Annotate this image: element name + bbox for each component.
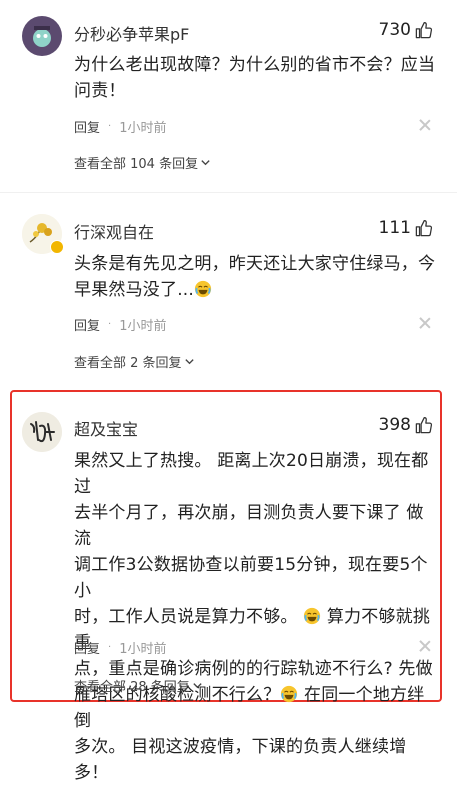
thumbs-up-icon — [415, 416, 433, 433]
timestamp: 1小时前 — [119, 642, 167, 657]
verified-badge-icon — [50, 240, 64, 254]
chevron-down-icon — [193, 683, 202, 689]
view-all-replies-button[interactable]: 查看全部 104 条回复 — [74, 153, 211, 172]
view-all-replies-button[interactable]: 查看全部 28 条回复 — [74, 676, 203, 695]
like-count: 398 — [378, 415, 411, 435]
comment-meta: 回复 · 1小时前 — [74, 315, 166, 334]
comment-meta: 回复 · 1小时前 — [74, 638, 166, 657]
timestamp: 1小时前 — [119, 319, 167, 334]
view-all-replies-button[interactable]: 查看全部 2 条回复 — [74, 352, 195, 371]
like-button[interactable]: 730 — [379, 20, 433, 40]
avatar[interactable] — [22, 16, 62, 56]
username[interactable]: 超及宝宝 — [74, 416, 138, 440]
comment-line: 多次。 目视这波疫情，下课的负责人继续增多！ — [74, 737, 407, 783]
like-count: 730 — [378, 20, 411, 40]
reply-button[interactable]: 回复 — [74, 315, 100, 334]
comment-text: 头条是有先见之明，昨天还让大家守住绿马，今 早果然马没了... — [74, 251, 436, 303]
comment-text: 果然又上了热搜。 距离上次20日崩溃，现在都过 去半个月了，再次崩，目测负责人要… — [74, 448, 436, 786]
reply-button[interactable]: 回复 — [74, 117, 100, 136]
crying-laughing-emoji-icon — [304, 607, 321, 625]
username[interactable]: 行深观自在 — [74, 219, 154, 243]
comment-text: 为什么老出现故障？为什么别的省市不会？应当 问责！ — [74, 52, 436, 104]
comment-meta: 回复 · 1小时前 — [74, 117, 166, 136]
reply-button[interactable]: 回复 — [74, 638, 100, 657]
like-button[interactable]: 398 — [379, 415, 433, 435]
view-all-label: 查看全部 104 条回复 — [74, 157, 199, 172]
thumbs-up-icon — [415, 219, 433, 236]
comment-line: 问责！ — [74, 81, 126, 101]
comment-line: 去半个月了，再次崩，目测负责人要下课了 做流 — [74, 503, 424, 549]
chevron-down-icon — [184, 359, 194, 365]
separator-dot: · — [108, 319, 112, 330]
separator-dot: · — [108, 121, 112, 132]
crying-laughing-emoji-icon — [194, 280, 212, 298]
username[interactable]: 分秒必争苹果pF — [74, 21, 189, 45]
comment-line: 果然又上了热搜。 距离上次20日崩溃，现在都过 — [74, 451, 429, 497]
comment-line: 早果然马没了... — [74, 277, 436, 303]
timestamp: 1小时前 — [119, 121, 167, 136]
close-icon[interactable] — [419, 317, 431, 329]
chevron-down-icon — [201, 160, 210, 166]
like-button[interactable]: 111 — [379, 218, 433, 238]
comment-line: 调工作3公数据协查以前要15分钟，现在要5个小 — [74, 555, 428, 601]
comment-line: 为什么老出现故障？为什么别的省市不会？应当 — [74, 55, 436, 75]
like-count: 111 — [378, 218, 411, 238]
view-all-label: 查看全部 2 条回复 — [74, 356, 182, 371]
comment-line: 头条是有先见之明，昨天还让大家守住绿马，今 — [74, 254, 436, 274]
divider — [0, 192, 457, 193]
thumbs-up-icon — [415, 21, 433, 38]
close-icon[interactable] — [419, 119, 431, 131]
view-all-label: 查看全部 28 条回复 — [74, 680, 190, 695]
close-icon[interactable] — [419, 640, 431, 652]
avatar[interactable] — [22, 412, 62, 452]
separator-dot: · — [108, 642, 112, 653]
crying-laughing-emoji-icon — [281, 685, 298, 703]
